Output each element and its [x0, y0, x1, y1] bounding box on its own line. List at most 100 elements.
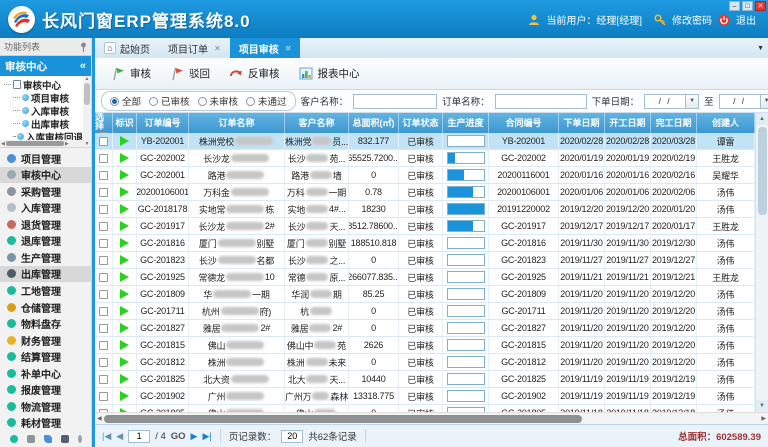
tree-root-node[interactable]: 审核中心 [4, 78, 83, 91]
status-radio[interactable]: 已审核 [149, 94, 190, 108]
sidebar-nav-item[interactable]: 项目管理 [0, 150, 91, 167]
tree-child-node[interactable]: 入库审核 [13, 104, 83, 117]
cart-icon[interactable] [27, 435, 35, 443]
sidebar-nav-item[interactable]: 财务管理 [0, 332, 91, 349]
row-checkbox[interactable] [99, 392, 108, 401]
sidebar-nav-item[interactable]: 出库管理 [0, 266, 91, 283]
toolbar-button[interactable]: 审核 [103, 63, 158, 85]
table-row[interactable]: GC-201827 雅居2# 雅居2# 0 已审核 GC-201827 2019… [95, 320, 755, 337]
row-checkbox[interactable] [99, 290, 108, 299]
table-row[interactable]: GC-201816 厦门别墅 厦门别墅 188510.818 已审核 GC-20… [95, 235, 755, 252]
table-header-cell[interactable]: 订单编号 [137, 113, 189, 133]
table-header-cell[interactable]: 总面积(㎡) [349, 113, 399, 133]
status-radio[interactable]: 全部 [110, 94, 141, 108]
table-header-cell[interactable]: 选择 [95, 113, 113, 133]
row-checkbox[interactable] [99, 239, 108, 248]
sidebar-nav-item[interactable]: 仓储管理 [0, 299, 91, 316]
table-header-cell[interactable]: 完工日期 [651, 113, 697, 133]
scroll-left-icon[interactable]: ◀ [97, 415, 102, 422]
row-checkbox[interactable] [99, 205, 108, 214]
leaf-icon[interactable] [44, 435, 52, 443]
toolbar-button[interactable]: 反审核 [221, 63, 287, 85]
table-row[interactable]: GC-201917 长沙龙2# 长沙天... 8512.78600... 已审核… [95, 218, 755, 235]
row-checkbox[interactable] [99, 341, 108, 350]
row-checkbox[interactable] [99, 222, 108, 231]
sidebar-nav-item[interactable]: 工地管理 [0, 282, 91, 299]
table-header-cell[interactable]: 合同编号 [489, 113, 559, 133]
table-row[interactable]: GC-201902 广州 广州万森林 13318.775 已审核 GC-2019… [95, 388, 755, 405]
sidebar-nav-item[interactable]: 结算管理 [0, 348, 91, 365]
row-checkbox[interactable] [99, 307, 108, 316]
minimize-button[interactable]: – [729, 1, 740, 11]
status-radio[interactable]: 未通过 [246, 94, 287, 108]
go-button[interactable]: GO [171, 431, 186, 442]
tree-vertical-scrollbar[interactable]: ▲▼ [83, 76, 91, 147]
row-checkbox[interactable] [99, 171, 108, 180]
table-row[interactable]: GC-201812 株洲 株洲未来 0 已审核 GC-201812 2019/1… [95, 354, 755, 371]
page-size-input[interactable] [281, 430, 303, 443]
tab[interactable]: 项目订单 ✕ [159, 38, 230, 58]
tab-close-icon[interactable]: ✕ [214, 44, 221, 53]
tab[interactable]: ⌂ 起始页 [95, 38, 159, 58]
table-row[interactable]: GC-202002 长沙龙 长沙苑... 65525.7200... 已审核 G… [95, 150, 755, 167]
sidebar-nav-item[interactable]: 退库管理 [0, 233, 91, 250]
scroll-right-icon[interactable]: ▶ [761, 415, 766, 422]
row-checkbox[interactable] [99, 256, 108, 265]
maximize-button[interactable]: □ [742, 1, 753, 11]
collapse-panel-icon[interactable]: « [80, 60, 86, 72]
scroll-up-icon[interactable]: ▲ [756, 113, 768, 125]
tree-child-node[interactable]: 出库审核 [13, 117, 83, 130]
tree-child-node[interactable]: 入库审核回退 [13, 130, 83, 140]
dot-icon[interactable] [10, 435, 18, 443]
order-date-from-picker[interactable]: / /▼ [644, 94, 699, 109]
scroll-down-icon[interactable]: ▼ [756, 400, 768, 412]
table-row[interactable]: GC-201925 常德龙10 常德原... 266077.835... 已审核… [95, 269, 755, 286]
tab-overflow-icon[interactable]: ▼ [757, 45, 764, 52]
sidebar-nav-item[interactable]: 采购管理 [0, 183, 91, 200]
scrollbar-thumb[interactable] [758, 127, 767, 215]
logout-link[interactable]: 退出 [736, 12, 756, 27]
toolbar-button[interactable]: 报表中心 [291, 63, 367, 85]
row-checkbox[interactable] [99, 324, 108, 333]
table-row[interactable]: GC-201711 杭州府) 杭 0 已审核 GC-201711 2019/11… [95, 303, 755, 320]
tab-close-icon[interactable]: ✕ [285, 44, 292, 53]
order-date-to-picker[interactable]: / /▼ [719, 94, 768, 109]
change-password-link[interactable]: 修改密码 [672, 12, 712, 27]
order-name-input[interactable] [495, 94, 587, 109]
person-icon[interactable] [61, 435, 69, 443]
row-checkbox[interactable] [99, 154, 108, 163]
row-checkbox[interactable] [99, 137, 108, 146]
table-header-cell[interactable]: 订单状态 [399, 113, 443, 133]
table-row[interactable]: GC-201823 长沙名都 长沙之... 0 已审核 GC-201823 20… [95, 252, 755, 269]
last-page-button[interactable]: ▶| [202, 431, 211, 442]
row-checkbox[interactable] [99, 375, 108, 384]
table-header-cell[interactable]: 下单日期 [559, 113, 605, 133]
sidebar-nav-item[interactable]: 入库管理 [0, 200, 91, 217]
toolbar-button[interactable]: 驳回 [162, 63, 217, 85]
tree-horizontal-scrollbar[interactable]: ◀▶ [0, 140, 83, 147]
table-row[interactable]: 20200106001 万科金 万科一期 0.78 已审核 2020010600… [95, 184, 755, 201]
table-row[interactable]: GC-202001 路港 路港墙 0 已审核 20200116001 2020/… [95, 167, 755, 184]
first-page-button[interactable]: |◀ [102, 431, 111, 442]
tree-child-node[interactable]: 项目审核 [13, 91, 83, 104]
close-button[interactable]: ✕ [755, 1, 766, 11]
next-page-button[interactable]: ▶ [191, 431, 198, 442]
table-header-cell[interactable]: 客户名称 [285, 113, 349, 133]
sidebar-nav-item[interactable]: 生产管理 [0, 249, 91, 266]
pin-icon[interactable] [80, 42, 87, 52]
table-header-cell[interactable]: 订单名称 [189, 113, 285, 133]
row-checkbox[interactable] [99, 188, 108, 197]
customer-name-input[interactable] [353, 94, 437, 109]
sidebar-nav-item[interactable]: 补单中心 [0, 365, 91, 382]
table-row[interactable]: GC-201809 华一期 华润期 85.25 已审核 GC-201809 20… [95, 286, 755, 303]
calendar-dropdown-icon[interactable]: ▼ [761, 94, 768, 109]
table-row[interactable]: GC-201825 北大资 北大天... 10440 已审核 GC-201825… [95, 371, 755, 388]
sidebar-nav-item[interactable]: 退货管理 [0, 216, 91, 233]
table-row[interactable]: GC-2018178 实地常栋 实地4#... 18230 已审核 201912… [95, 201, 755, 218]
sidebar-nav-item[interactable]: 耗材管理 [0, 415, 91, 432]
table-vertical-scrollbar[interactable]: ▲ ▼ [755, 113, 768, 412]
row-checkbox[interactable] [99, 273, 108, 282]
sidebar-nav-item[interactable]: 物流管理 [0, 398, 91, 415]
sidebar-panel-header[interactable]: 审核中心 « [0, 56, 91, 76]
table-row[interactable]: YB-202001 株洲党校 株洲党员... 832.177 已审核 YB-20… [95, 133, 755, 150]
